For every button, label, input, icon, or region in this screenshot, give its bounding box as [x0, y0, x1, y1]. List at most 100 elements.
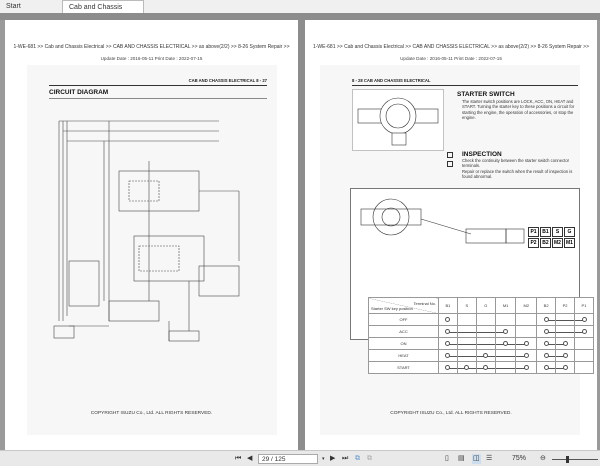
continuity-line	[556, 319, 575, 321]
table-cell	[555, 361, 576, 374]
starter-switch-title: STARTER SWITCH	[457, 91, 515, 98]
table-cell	[475, 361, 496, 374]
repair-icon	[447, 161, 453, 167]
continuity-dot	[445, 340, 451, 346]
table-cell	[438, 349, 458, 362]
terminal-B1: B1	[540, 227, 551, 237]
table-cell	[536, 325, 557, 338]
continuity-line	[457, 343, 476, 345]
table-cell	[536, 349, 557, 362]
prev-page-icon[interactable]: ◀	[247, 454, 252, 464]
page-title: CIRCUIT DIAGRAM	[49, 89, 109, 96]
paste-icon[interactable]: ⧉	[367, 454, 372, 464]
continuous-icon[interactable]: ▤	[458, 454, 465, 464]
table-cell	[494, 313, 517, 326]
table-cell	[515, 313, 538, 326]
inspection-text: Check the continuity between the starter…	[462, 158, 570, 169]
tab-bar: Start Cab and Chassis Electric...×	[0, 0, 600, 24]
terminal-M1: M1	[564, 238, 575, 248]
single-page-icon[interactable]: ▯	[445, 454, 449, 464]
circuit-diagram	[53, 120, 240, 342]
page-header: 8 - 28 CAB AND CHASSIS ELECTRICAL	[352, 78, 431, 83]
table-cell	[456, 325, 477, 338]
continuity-dot	[581, 316, 587, 322]
page-number-input[interactable]: 29 / 125	[258, 454, 318, 464]
table-cell	[515, 337, 538, 350]
continuity-dot	[464, 364, 470, 370]
continuity-dot	[503, 328, 509, 334]
row-label: OFF	[368, 313, 439, 326]
zoom-slider-handle[interactable]	[566, 456, 569, 463]
continuity-dot	[483, 352, 489, 358]
table-cell	[574, 337, 594, 350]
table-cell	[574, 313, 594, 326]
inspection-title: INSPECTION	[462, 151, 502, 158]
page-content: CAB AND CHASSIS ELECTRICAL 8 - 27 CIRCUI…	[27, 65, 277, 435]
table-row: ON	[368, 337, 594, 350]
column-header: P1	[574, 297, 594, 314]
continuity-line	[495, 367, 516, 369]
continuity-dot	[523, 352, 529, 358]
table-cell	[438, 313, 458, 326]
continuity-dot	[543, 352, 549, 358]
bottom-toolbar: ⏮ ◀ 29 / 125 ▾ ▶ ⏭ ⧉ ⧉ ▯ ▤ ◫ ☰ 75% ⊖	[0, 450, 600, 466]
table-cell	[475, 325, 496, 338]
table-row: HEAT	[368, 349, 594, 362]
table-cell	[574, 349, 594, 362]
continuity-dot	[523, 364, 529, 370]
scroll-mode-icon[interactable]: ☰	[486, 454, 492, 464]
table-cell	[574, 361, 594, 374]
continuity-line	[495, 355, 516, 357]
table-cell	[494, 337, 517, 350]
table-cell	[536, 361, 557, 374]
two-page-icon[interactable]: ◫	[472, 454, 481, 464]
continuity-dot	[503, 340, 509, 346]
continuity-dot	[543, 340, 549, 346]
toolbar-band	[0, 13, 600, 20]
table-cell	[555, 313, 576, 326]
table-row: OFF	[368, 313, 594, 326]
tab-document[interactable]: Cab and Chassis Electric...×	[62, 0, 144, 24]
column-header: B1	[438, 297, 458, 314]
table-cell	[456, 313, 477, 326]
continuity-dot	[543, 328, 549, 334]
last-page-icon[interactable]: ⏭	[342, 454, 348, 464]
continuity-line	[476, 343, 495, 345]
first-page-icon[interactable]: ⏮	[235, 454, 241, 464]
terminal-G: G	[564, 227, 575, 237]
zoom-out-icon[interactable]: ⊖	[540, 454, 546, 464]
table-cell	[536, 313, 557, 326]
continuity-dot	[543, 364, 549, 370]
table-cell	[475, 337, 496, 350]
table-cell	[438, 325, 458, 338]
table-cell	[515, 349, 538, 362]
zoom-level: 75%	[512, 455, 527, 462]
table-cell	[536, 337, 557, 350]
continuity-dot	[483, 364, 489, 370]
table-cell	[494, 349, 517, 362]
page-divider	[298, 20, 305, 450]
table-row: ACC	[368, 325, 594, 338]
continuity-dot	[445, 316, 451, 322]
table-cell	[475, 349, 496, 362]
column-header: B2	[536, 297, 557, 314]
continuity-line	[556, 331, 575, 333]
zoom-slider[interactable]	[552, 459, 598, 460]
terminal-B2: B2	[540, 238, 551, 248]
terminal-M2: M2	[552, 238, 563, 248]
breadcrumb: 1-WE-681 >> Cab and Chassis Electrical >…	[312, 44, 590, 50]
column-header: P2	[555, 297, 576, 314]
continuity-line	[457, 331, 476, 333]
continuity-dot	[562, 352, 568, 358]
tab-start[interactable]: Start	[0, 0, 27, 13]
row-label: ACC	[368, 325, 439, 338]
page-dropdown-icon[interactable]: ▾	[322, 454, 325, 464]
continuity-dot	[445, 352, 451, 358]
table-row: START	[368, 361, 594, 374]
table-cell	[515, 361, 538, 374]
page-header: CAB AND CHASSIS ELECTRICAL 8 - 27	[188, 78, 267, 83]
starter-switch-image	[352, 89, 444, 151]
next-page-icon[interactable]: ▶	[330, 454, 335, 464]
row-label: START	[368, 361, 439, 374]
copy-icon[interactable]: ⧉	[355, 454, 360, 464]
